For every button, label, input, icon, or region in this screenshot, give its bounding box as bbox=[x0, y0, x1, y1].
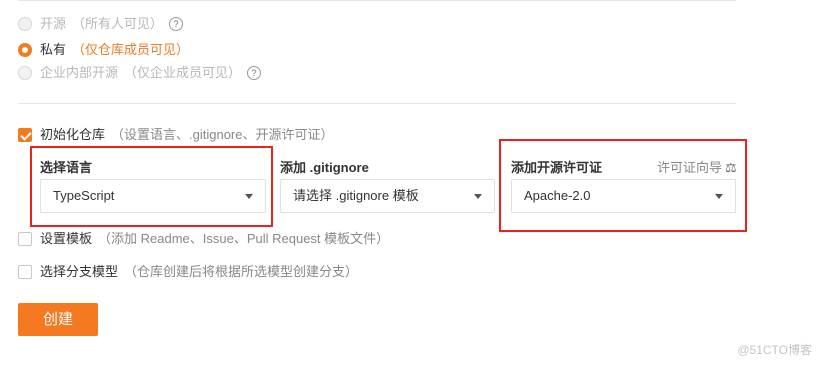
gitignore-select-value: 请选择 .gitignore 模板 bbox=[293, 188, 419, 203]
question-circle-icon[interactable]: ? bbox=[247, 66, 262, 80]
radio-public[interactable] bbox=[18, 17, 32, 31]
radio-enterprise[interactable] bbox=[18, 66, 32, 80]
option-public-label[interactable]: 开源 （所有人可见）? bbox=[40, 16, 184, 32]
section-divider bbox=[18, 103, 736, 104]
radio-private[interactable] bbox=[18, 43, 32, 57]
question-circle-icon[interactable]: ? bbox=[169, 17, 184, 31]
gitignore-select[interactable]: 请选择 .gitignore 模板 bbox=[280, 179, 495, 213]
gitignore-title: 添加 .gitignore bbox=[280, 160, 369, 175]
template-checkbox[interactable] bbox=[18, 232, 32, 246]
chevron-down-icon bbox=[474, 194, 482, 199]
branch-model-label[interactable]: 选择分支模型 （仓库创建后将根据所选模型创建分支） bbox=[40, 264, 358, 280]
highlight-license-box bbox=[499, 139, 747, 232]
init-repo-checkbox[interactable] bbox=[18, 128, 32, 142]
branch-model-checkbox[interactable] bbox=[18, 265, 32, 279]
option-private-label[interactable]: 私有 （仅仓库成员可见） bbox=[40, 42, 189, 58]
highlight-language-box bbox=[30, 146, 273, 227]
top-divider bbox=[18, 0, 736, 1]
watermark: @51CTO博客 bbox=[737, 343, 812, 357]
template-label[interactable]: 设置模板 （添加 Readme、Issue、Pull Request 模板文件） bbox=[40, 231, 389, 247]
init-repo-label[interactable]: 初始化仓库 （设置语言、.gitignore、开源许可证） bbox=[40, 127, 334, 143]
create-button[interactable]: 创建 bbox=[18, 303, 98, 336]
option-enterprise-label[interactable]: 企业内部开源 （仅企业成员可见）? bbox=[40, 65, 262, 81]
